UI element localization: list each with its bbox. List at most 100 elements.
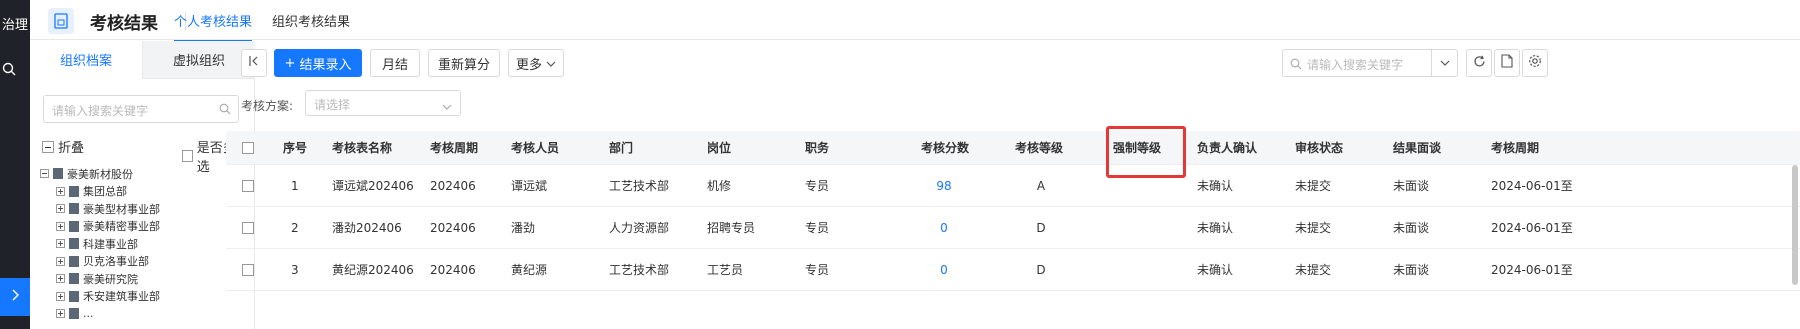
column-header[interactable]: 部门	[609, 131, 633, 164]
table-row[interactable]: 3 黄纪源202406 202406 黄纪源 工艺技术部 工艺员 专员 0 D …	[226, 249, 1800, 291]
chevron-right-icon	[11, 289, 20, 305]
tab-virtual-org[interactable]: 虚拟组织	[143, 41, 255, 79]
cell-index: 1	[291, 178, 299, 193]
tree-node-label: 豪美型材事业部	[83, 202, 160, 216]
chevron-down-icon	[442, 99, 452, 113]
tree-node-root[interactable]: 豪美新材股份	[40, 165, 250, 183]
column-header[interactable]: 考核周期	[430, 131, 478, 164]
tab-personal-results[interactable]: 个人考核结果	[174, 11, 253, 42]
cell-title: 专员	[805, 221, 830, 235]
cell-period: 202406	[430, 262, 476, 277]
tree-node-label: 豪美新材股份	[67, 167, 133, 181]
cell-owner-confirm: 未确认	[1197, 263, 1234, 277]
search-icon[interactable]	[2, 62, 18, 78]
chevron-down-icon	[546, 56, 556, 71]
column-header[interactable]: 强制等级	[1113, 131, 1161, 164]
expand-node-icon[interactable]	[56, 256, 65, 266]
tree-node-label: 豪美研究院	[83, 272, 138, 286]
tree-node[interactable]: 集团总部	[40, 183, 250, 201]
cell-sheet-name[interactable]: 潘劲202406	[332, 207, 402, 248]
cell-position: 工艺员	[707, 263, 744, 277]
tree-node[interactable]: 豪美型材事业部	[40, 200, 250, 218]
cell-sheet-name[interactable]: 谭远斌202406	[332, 165, 414, 206]
cell-owner-confirm: 未确认	[1197, 179, 1234, 193]
tree-node[interactable]: 科建事业部	[40, 235, 250, 253]
cell-department: 工艺技术部	[609, 263, 670, 277]
column-header[interactable]: 考核周期	[1491, 131, 1539, 164]
month-close-button[interactable]: 月结	[370, 49, 420, 77]
tree-node[interactable]: ...	[40, 305, 250, 323]
expand-rail-button[interactable]	[0, 278, 30, 316]
tree-node[interactable]: 豪美精密事业部	[40, 218, 250, 236]
org-building-icon	[69, 238, 79, 250]
scheme-select[interactable]: 请选择	[305, 90, 461, 116]
cell-person: 谭远斌	[511, 179, 548, 193]
add-result-button[interactable]: + 结果录入	[274, 49, 362, 77]
org-search-placeholder: 请输入搜索关键字	[52, 104, 149, 118]
org-building-icon	[69, 290, 79, 302]
expand-node-icon[interactable]	[56, 186, 65, 196]
cell-period-range: 2024-06-01至	[1491, 263, 1573, 277]
checkbox-icon	[242, 141, 254, 154]
expand-node-icon[interactable]	[56, 204, 65, 214]
settings-button[interactable]	[1522, 49, 1548, 77]
more-dropdown[interactable]: 更多	[508, 49, 564, 77]
expand-node-icon[interactable]	[56, 221, 65, 231]
expand-node-icon[interactable]	[56, 274, 65, 284]
document-icon	[1501, 54, 1513, 72]
tree-node-label: ...	[83, 307, 94, 321]
column-header[interactable]: 负责人确认	[1197, 131, 1257, 164]
export-button[interactable]	[1494, 49, 1520, 77]
table-search-input[interactable]: 请输入搜索关键字	[1282, 49, 1458, 77]
row-checkbox[interactable]	[236, 249, 260, 290]
column-header[interactable]: 职务	[805, 131, 829, 164]
cell-review-status: 未提交	[1295, 221, 1332, 235]
column-header[interactable]: 考核人员	[511, 131, 559, 164]
tree-node[interactable]: 禾安建筑事业部	[40, 288, 250, 306]
column-header[interactable]: 结果面谈	[1393, 131, 1441, 164]
column-header[interactable]: 考核等级	[1015, 131, 1063, 164]
org-building-icon	[69, 220, 79, 232]
column-header[interactable]: 岗位	[707, 131, 731, 164]
org-search-input[interactable]: 请输入搜索关键字	[43, 95, 239, 123]
tree-node[interactable]: 贝克洛事业部	[40, 253, 250, 271]
cell-person: 黄纪源	[511, 263, 548, 277]
expand-node-icon[interactable]	[56, 239, 65, 249]
scheme-filter: 考核方案: 请选择	[241, 89, 501, 116]
column-header[interactable]: 审核状态	[1295, 131, 1343, 164]
collapse-panel-button[interactable]	[241, 49, 267, 77]
select-all-checkbox[interactable]	[236, 131, 260, 164]
table-row[interactable]: 2 潘劲202406 202406 潘劲 人力资源部 招聘专员 专员 0 D 未…	[226, 207, 1800, 249]
fold-toggle[interactable]: 折叠	[42, 137, 84, 156]
tab-org-results[interactable]: 组织考核结果	[272, 11, 350, 40]
tree-node[interactable]: 豪美研究院	[40, 270, 250, 288]
fold-label: 折叠	[58, 141, 85, 156]
column-header[interactable]: 考核分数	[921, 131, 969, 164]
recalculate-button[interactable]: 重新算分	[428, 49, 500, 77]
table-row[interactable]: 1 谭远斌202406 202406 谭远斌 工艺技术部 机修 专员 98 A …	[226, 165, 1800, 207]
collapse-left-icon	[248, 55, 260, 71]
column-header[interactable]: 序号	[283, 131, 307, 164]
org-panel: 组织档案 虚拟组织 请输入搜索关键字 折叠 是否多选 豪美新材股份 集团总部 豪…	[30, 41, 255, 329]
cell-score-link[interactable]: 0	[926, 249, 962, 290]
cell-score-link[interactable]: 98	[926, 165, 962, 206]
refresh-button[interactable]	[1466, 49, 1492, 77]
search-icon	[219, 103, 231, 115]
row-checkbox[interactable]	[236, 165, 260, 206]
cell-score-link[interactable]: 0	[926, 207, 962, 248]
collapse-node-icon[interactable]	[40, 169, 49, 179]
cell-position: 机修	[707, 179, 732, 193]
cell-department: 人力资源部	[609, 221, 670, 235]
chevron-down-icon[interactable]	[1431, 50, 1457, 76]
row-checkbox[interactable]	[236, 207, 260, 248]
expand-node-icon[interactable]	[56, 291, 65, 301]
add-result-label: 结果录入	[299, 57, 352, 73]
plus-icon: +	[284, 55, 296, 71]
vertical-scrollbar[interactable]	[1792, 165, 1798, 285]
tab-org-archive[interactable]: 组织档案	[30, 41, 143, 79]
column-header[interactable]: 考核表名称	[332, 131, 392, 164]
cell-person: 潘劲	[511, 221, 536, 235]
expand-node-icon[interactable]	[56, 309, 65, 319]
cell-interview: 未面谈	[1393, 263, 1430, 277]
cell-sheet-name[interactable]: 黄纪源202406	[332, 249, 414, 290]
